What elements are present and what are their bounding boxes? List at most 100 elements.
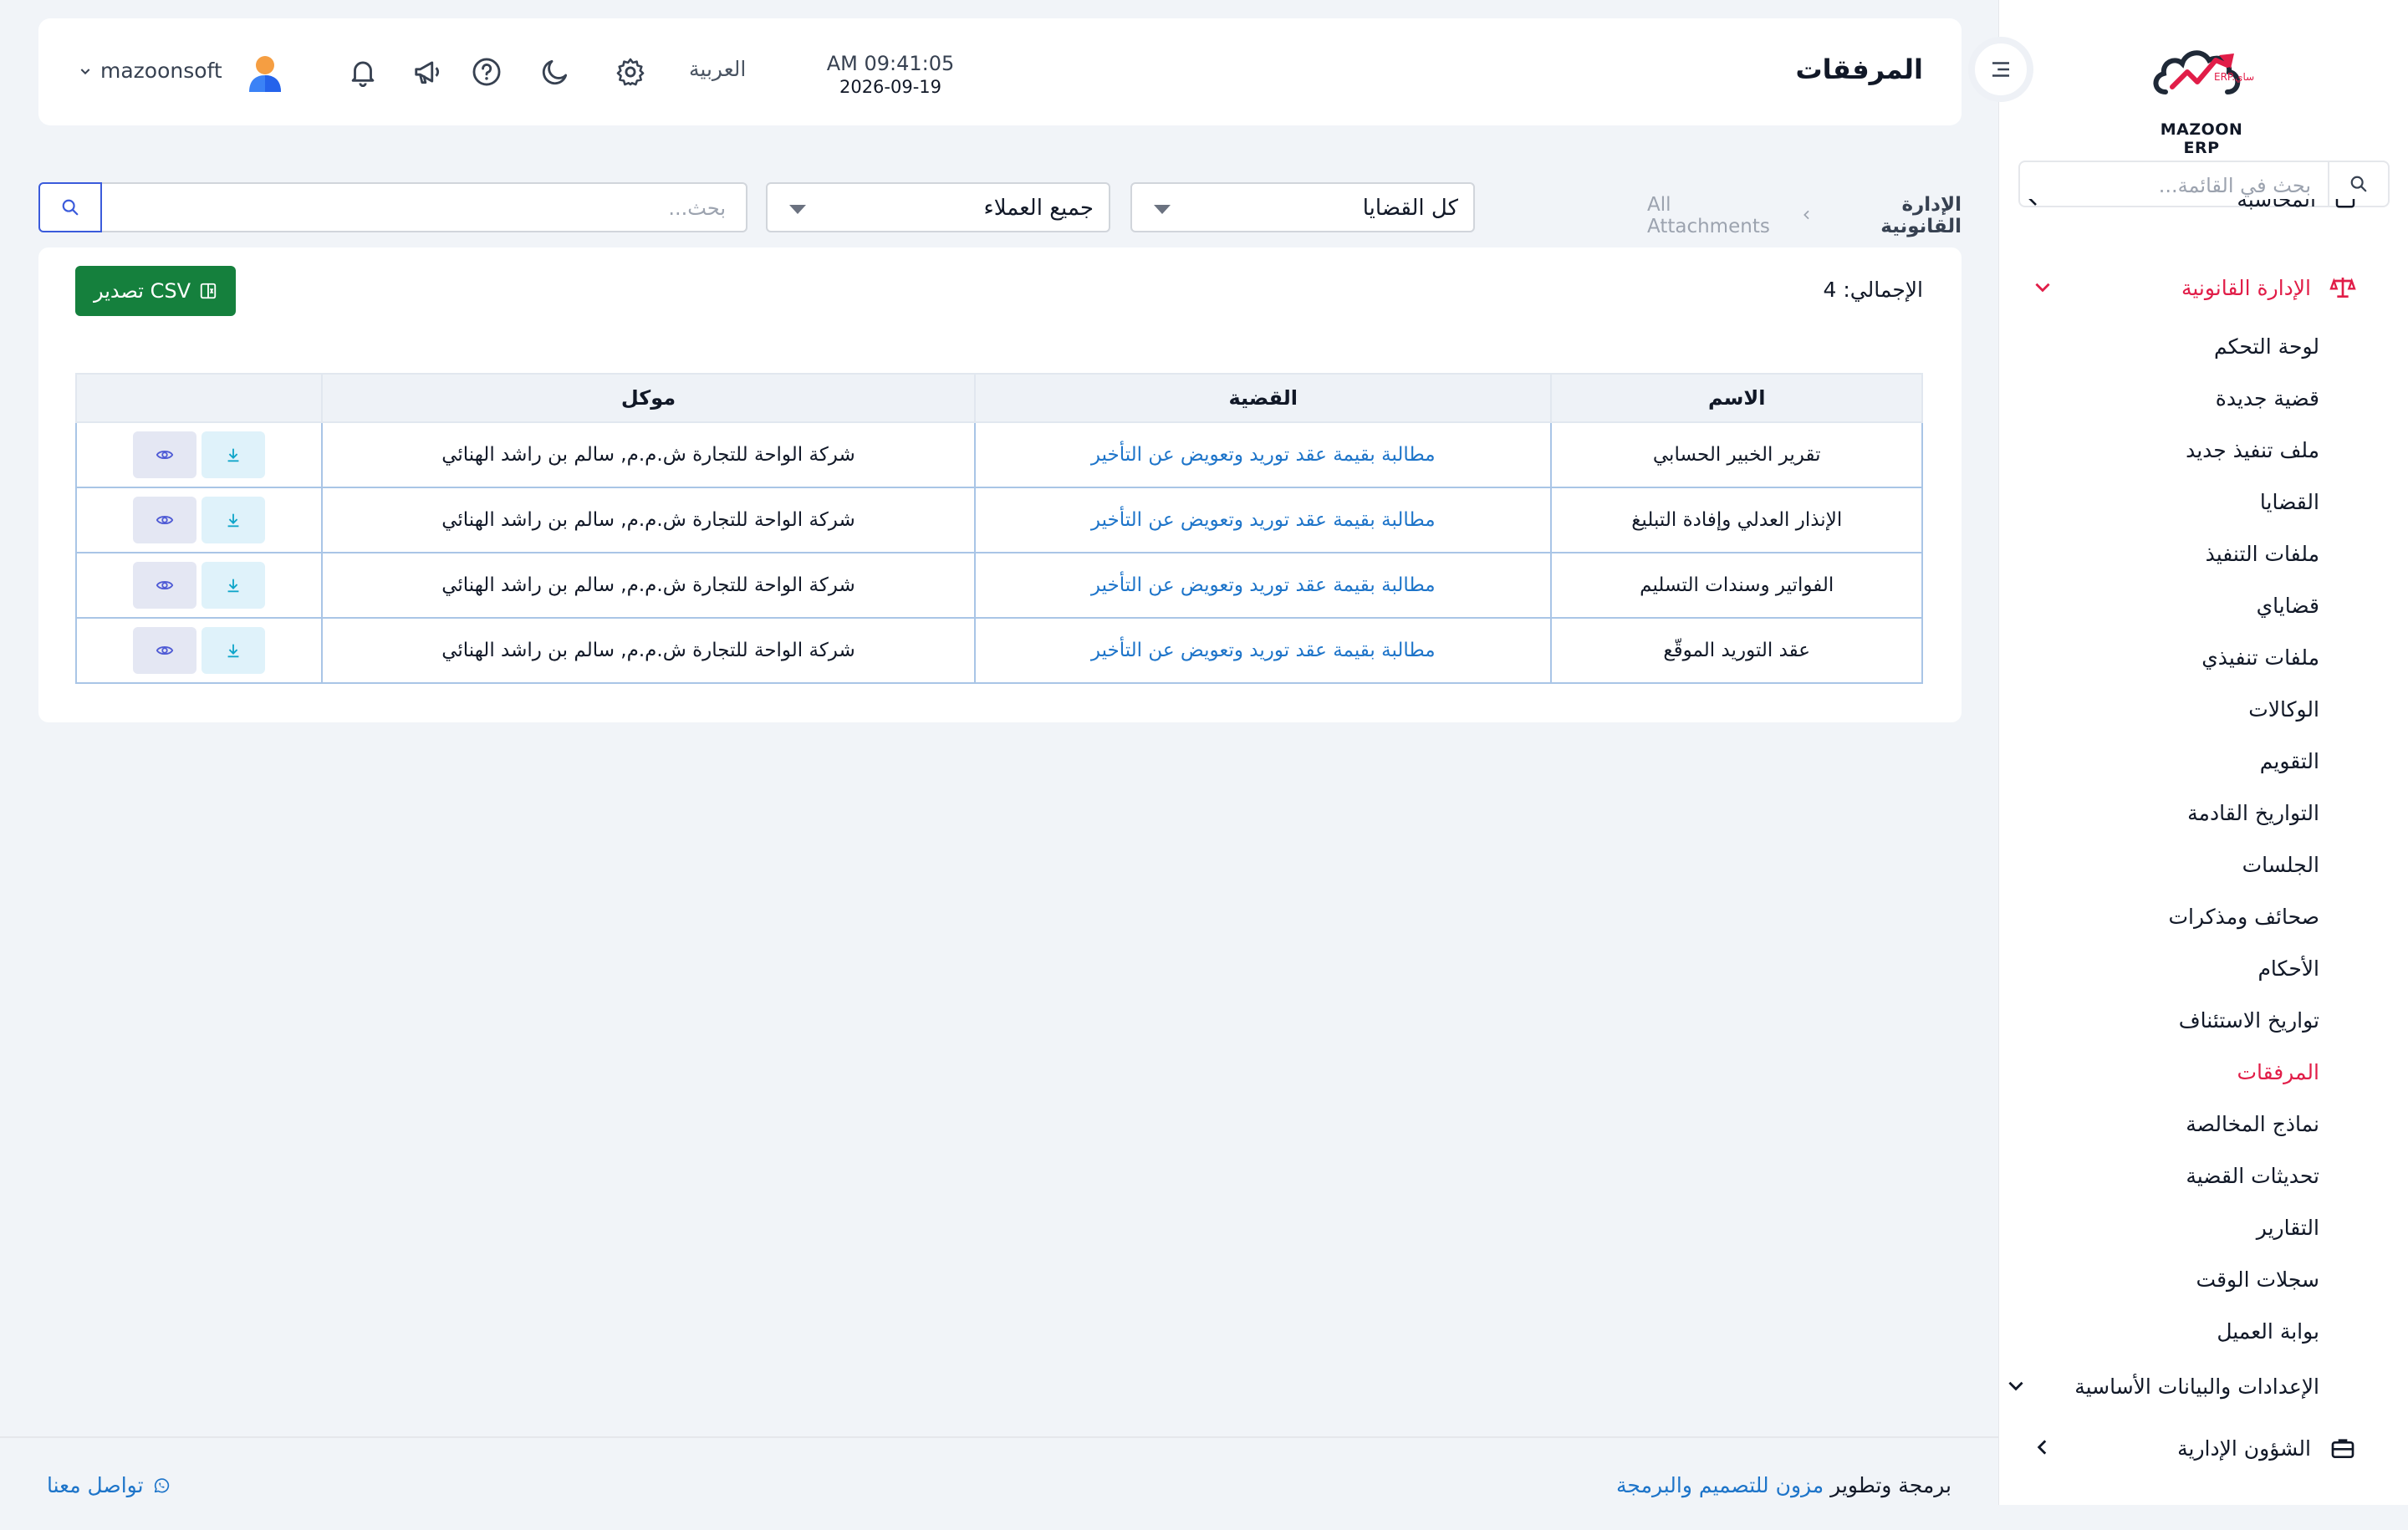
download-button[interactable] — [201, 627, 265, 674]
briefcase-icon — [2328, 1433, 2358, 1463]
view-button[interactable] — [132, 431, 196, 478]
sidebar-item-upcoming-dates[interactable]: التواريخ القادمة — [2187, 801, 2319, 825]
notifications-button[interactable] — [344, 54, 381, 90]
sidebar-item-dashboard[interactable]: لوحة التحكم — [2214, 334, 2319, 359]
dark-mode-toggle[interactable] — [537, 54, 574, 90]
breadcrumb-current: All Attachments — [1647, 194, 1770, 237]
download-button[interactable] — [201, 497, 265, 543]
sidebar-item-calendar[interactable]: التقويم — [2260, 749, 2319, 773]
cell-actions — [75, 487, 323, 553]
cell-case-link[interactable]: مطالبة بقيمة عقد توريد وتعويض عن التأخير — [974, 617, 1553, 684]
page-title: المرفقات — [1795, 54, 1924, 85]
sidebar-item-judgments[interactable]: الأحكام — [2258, 956, 2319, 981]
cell-case-link[interactable]: مطالبة بقيمة عقد توريد وتعويض عن التأخير — [974, 421, 1553, 488]
cell-case-link[interactable]: مطالبة بقيمة عقد توريد وتعويض عن التأخير — [974, 552, 1553, 619]
sidebar-group-label: الشؤون الإدارية — [2177, 1436, 2311, 1461]
case-filter-value: كل القضايا — [1362, 196, 1458, 221]
search-placeholder: بحث... — [668, 196, 726, 220]
download-icon — [227, 644, 239, 658]
cell-actions — [75, 421, 323, 488]
download-button[interactable] — [201, 431, 265, 478]
table-header-row: الاسم القضية موكل — [75, 373, 1923, 423]
breadcrumb: All Attachments الإدارة القانونية — [1647, 194, 1962, 237]
announcements-button[interactable] — [410, 54, 446, 90]
table-row: الفواتير وسندات التسليم مطالبة بقيمة عقد… — [75, 552, 1923, 619]
view-button[interactable] — [132, 562, 196, 609]
settings-button[interactable] — [612, 54, 649, 90]
cell-name: عقد التوريد الموقّع — [1550, 617, 1923, 684]
attachments-card: الإجمالي: 4 تصدير CSV الاسم القضية موكل … — [38, 247, 1962, 722]
help-button[interactable] — [468, 54, 505, 90]
search-input[interactable]: بحث... — [100, 182, 747, 232]
client-filter-select[interactable]: جميع العملاء — [766, 182, 1110, 232]
sidebar-item-reports[interactable]: التقارير — [2257, 1216, 2319, 1240]
table-row: تقرير الخبير الحسابي مطالبة بقيمة عقد تو… — [75, 421, 1923, 488]
contact-link[interactable]: تواصل معنا — [47, 1473, 171, 1497]
sidebar-item-new-case[interactable]: قضية جديدة — [2216, 386, 2319, 411]
sidebar-item-memos[interactable]: صحائف ومذكرات — [2168, 905, 2319, 929]
chevron-left-icon — [2032, 1436, 2053, 1461]
sidebar-item-my-execution[interactable]: ملفات تنفيذي — [2201, 645, 2319, 670]
sidebar-group-label: الإعدادات والبيانات الأساسية — [2074, 1374, 2319, 1399]
download-icon — [227, 448, 239, 462]
user-avatar-icon — [249, 56, 281, 92]
download-icon — [227, 579, 239, 593]
sidebar-group-label: الإدارة القانونية — [2181, 275, 2311, 300]
footer: برمجة وتطوير مزون للتصميم والبرمجة تواصل… — [0, 1436, 1998, 1530]
eye-icon — [156, 450, 174, 460]
sidebar-item-new-execution[interactable]: ملف تنفيذ جديد — [2186, 438, 2319, 462]
sidebar-item-case-updates[interactable]: تحديثات القضية — [2186, 1164, 2319, 1188]
footer-credit-link[interactable]: مزون للتصميم والبرمجة — [1616, 1473, 1824, 1497]
view-button[interactable] — [132, 627, 196, 674]
sidebar-item-accounting[interactable]: المحاسبة — [2023, 199, 2358, 232]
column-header-case: القضية — [974, 373, 1553, 423]
cell-name: الفواتير وسندات التسليم — [1550, 552, 1923, 619]
sidebar-group-legal[interactable]: الإدارة القانونية — [2023, 271, 2358, 304]
footer-credit-prefix: برمجة وتطوير — [1830, 1473, 1951, 1497]
sidebar-item-sessions[interactable]: الجلسات — [2242, 853, 2319, 877]
sidebar-search-placeholder: بحث في القائمة... — [2158, 174, 2311, 197]
sidebar-item-time-logs[interactable]: سجلات الوقت — [2196, 1267, 2319, 1292]
sidebar-item-client-portal[interactable]: بوابة العميل — [2217, 1319, 2319, 1344]
sidebar-item-settlement-forms[interactable]: نماذج المخالصة — [2186, 1112, 2319, 1136]
view-button[interactable] — [132, 497, 196, 543]
sidebar-toggle-button[interactable] — [1968, 37, 2033, 102]
eye-icon — [156, 515, 174, 525]
download-icon — [227, 513, 239, 528]
top-header: المرفقات AM 09:41:05 2026-09-19 العربية — [38, 18, 1962, 125]
download-button[interactable] — [201, 562, 265, 609]
sidebar-item-label: المحاسبة — [2237, 199, 2316, 212]
sidebar-item-my-cases[interactable]: قضاياي — [2257, 594, 2319, 618]
search-button[interactable] — [38, 182, 102, 232]
chevron-down-icon — [2032, 276, 2053, 301]
sidebar-item-execution-files[interactable]: ملفات التنفيذ — [2206, 542, 2319, 566]
sidebar-group-admin[interactable]: الشؤون الإدارية — [2023, 1431, 2358, 1465]
bell-icon — [351, 61, 375, 87]
breadcrumb-home[interactable]: الإدارة القانونية — [1825, 194, 1962, 237]
footer-credit: برمجة وتطوير مزون للتصميم والبرمجة — [1616, 1473, 1951, 1497]
client-filter-value: جميع العملاء — [983, 196, 1094, 221]
chevron-down-icon — [80, 68, 90, 74]
sidebar-item-agencies[interactable]: الوكالات — [2248, 697, 2319, 722]
cell-client: شركة الواحة للتجارة ش.م.م, سالم بن راشد … — [320, 617, 977, 684]
cell-case-link[interactable]: مطالبة بقيمة عقد توريد وتعويض عن التأخير — [974, 487, 1553, 553]
cell-name: تقرير الخبير الحسابي — [1550, 421, 1923, 488]
megaphone-icon — [415, 61, 440, 84]
chevron-left-icon — [2023, 199, 2043, 212]
company-logo[interactable]: ERP.ساي MAZOON ERP — [2147, 32, 2256, 157]
logo-text: MAZOON ERP — [2160, 120, 2243, 157]
sidebar-item-cases[interactable]: القضايا — [2260, 490, 2319, 514]
language-switch[interactable]: العربية — [689, 57, 746, 81]
sidebar-item-attachments[interactable]: المرفقات — [2237, 1060, 2319, 1084]
export-csv-button[interactable]: تصدير CSV — [75, 266, 236, 316]
column-header-client: موكل — [320, 373, 977, 423]
menu-icon — [1992, 62, 2009, 77]
sidebar-group-settings[interactable]: الإعدادات والبيانات الأساسية — [1999, 1369, 2319, 1403]
user-menu[interactable]: mazoonsoft — [79, 59, 222, 83]
sidebar-item-appeal-dates[interactable]: تواريخ الاستئناف — [2179, 1008, 2319, 1033]
username: mazoonsoft — [100, 59, 222, 83]
clock-date: 2026-09-19 — [839, 77, 942, 97]
avatar[interactable] — [244, 52, 286, 94]
moon-icon — [542, 59, 568, 85]
case-filter-select[interactable]: كل القضايا — [1130, 182, 1475, 232]
